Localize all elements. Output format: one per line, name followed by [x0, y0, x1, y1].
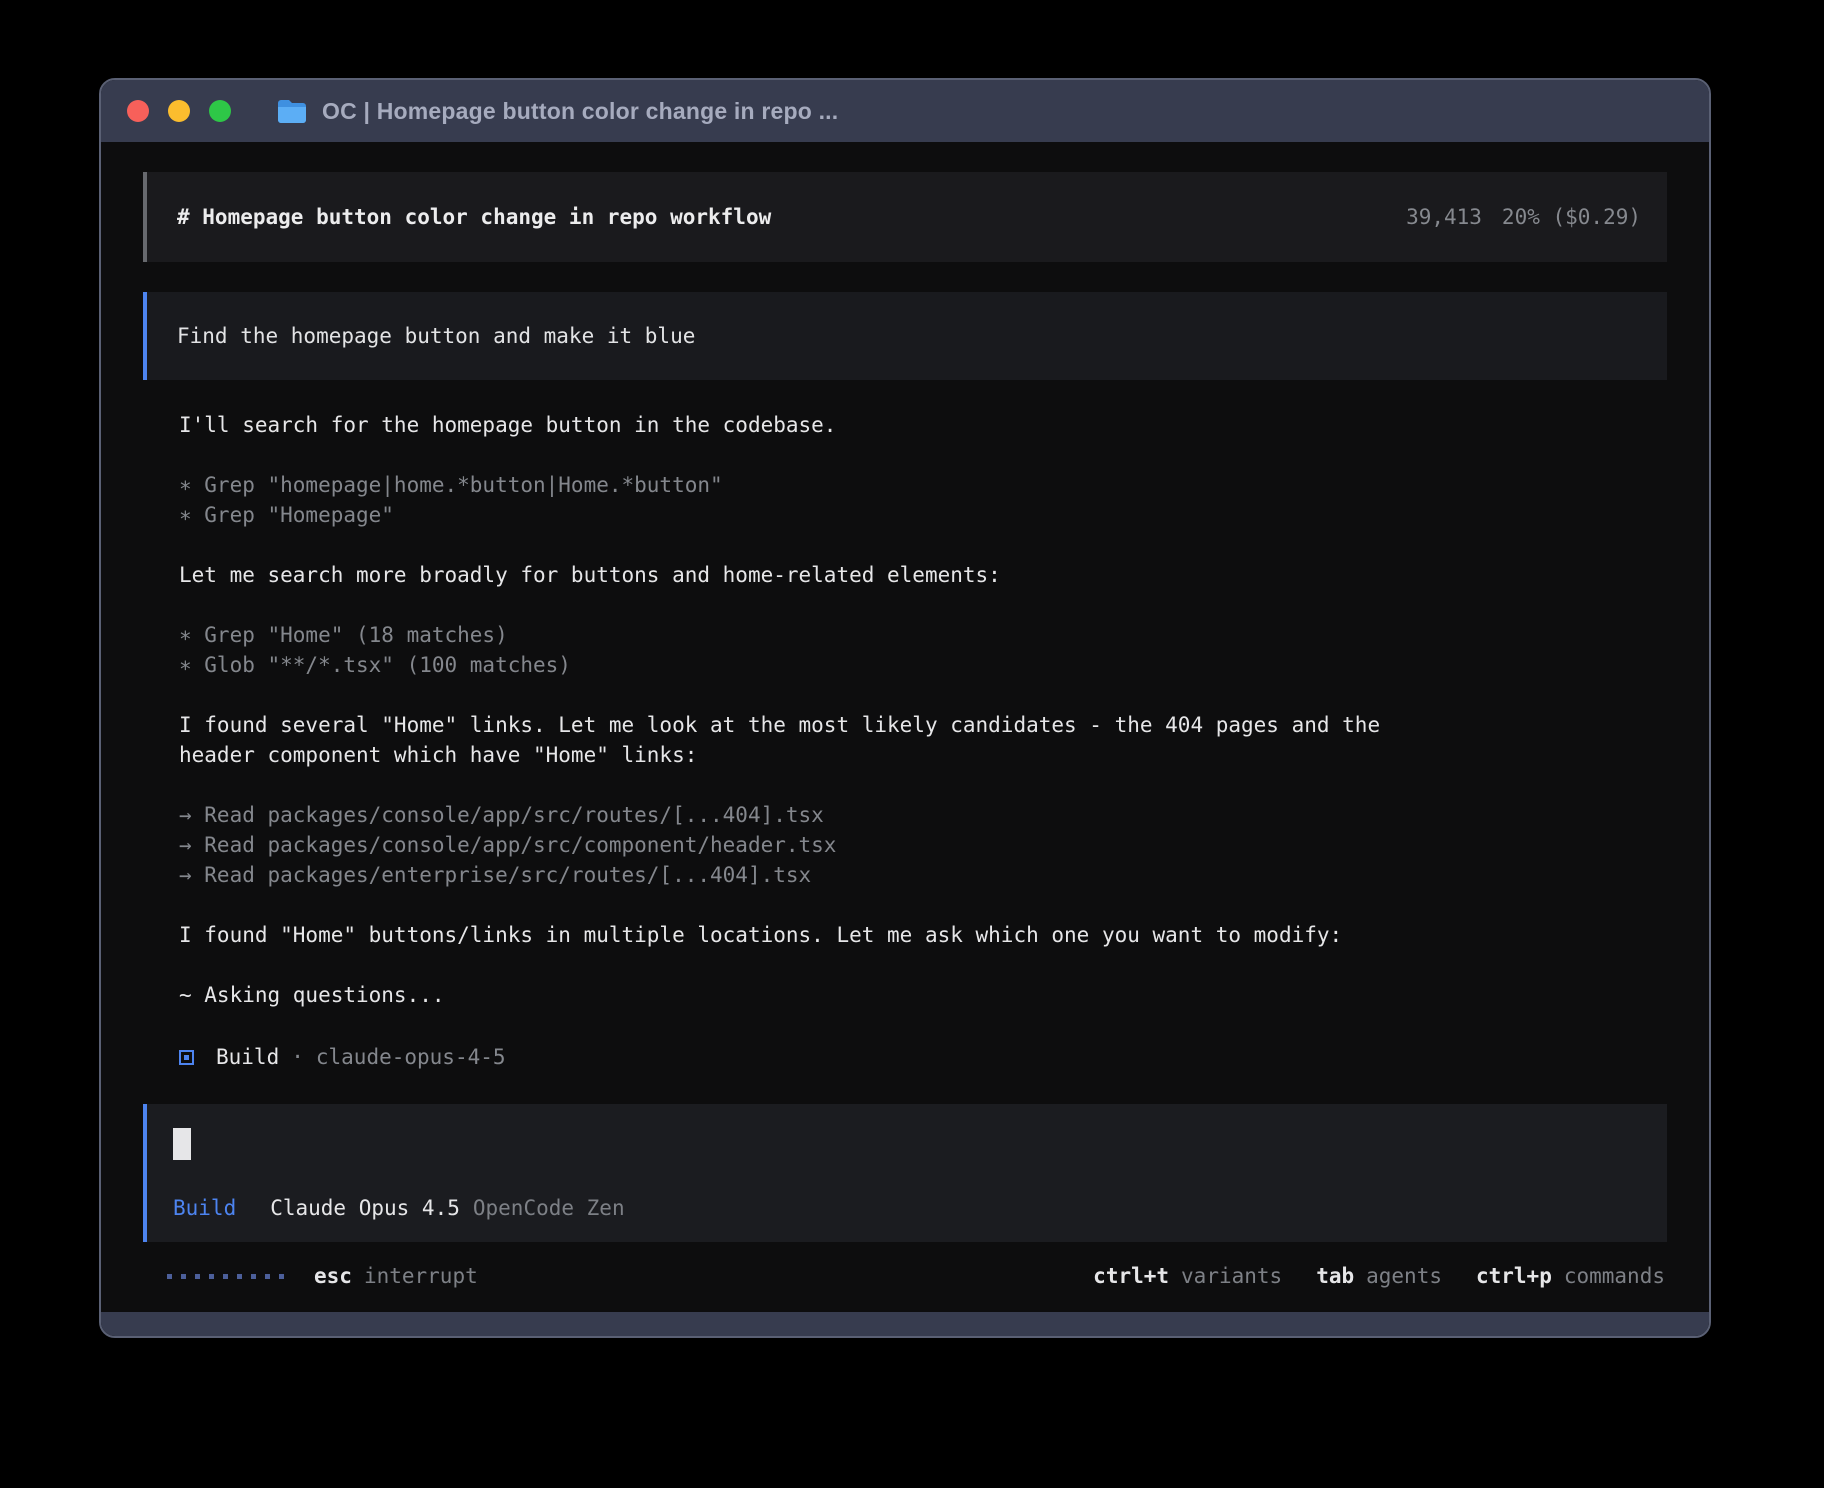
tool-call-line: → Read packages/console/app/src/routes/[… [179, 800, 1667, 830]
input-mode-label: Build [173, 1196, 236, 1220]
spinner-dot [237, 1274, 242, 1279]
terminal-content: # Homepage button color change in repo w… [101, 142, 1709, 1312]
spinner-dots [167, 1274, 284, 1279]
blank-line [179, 440, 1667, 470]
agent-status-row: Build · claude-opus-4-5 [179, 1040, 1667, 1074]
assistant-text-line: I'll search for the homepage button in t… [179, 410, 1667, 440]
tool-call-line: ∗ Grep "Homepage" [179, 500, 1667, 530]
blank-line [179, 590, 1667, 620]
blank-line [179, 530, 1667, 560]
interrupt-hint: esc interrupt [314, 1264, 478, 1288]
session-stats: 39,413 20% ($0.29) [1406, 205, 1641, 229]
assistant-text-line: I found several "Home" links. Let me loo… [179, 710, 1667, 740]
agents-hint: tab agents [1316, 1264, 1442, 1288]
terminal-window: OC | Homepage button color change in rep… [99, 78, 1711, 1338]
agent-model: claude-opus-4-5 [316, 1045, 506, 1069]
commands-label: commands [1564, 1264, 1665, 1288]
spinner-dot [251, 1274, 256, 1279]
blank-line [179, 950, 1667, 980]
assistant-text-line: I found "Home" buttons/links in multiple… [179, 920, 1667, 950]
shortcut-hints: ctrl+t variants tab agents ctrl+p comman… [1093, 1264, 1665, 1288]
session-title: # Homepage button color change in repo w… [177, 205, 771, 229]
traffic-lights [127, 100, 231, 122]
input-model-label: Claude Opus 4.5 [270, 1196, 460, 1220]
agent-name: Build [216, 1045, 279, 1069]
window-footer [101, 1312, 1709, 1336]
variants-hint: ctrl+t variants [1093, 1264, 1282, 1288]
spinner-dot [265, 1274, 270, 1279]
context-usage: 20% ($0.29) [1502, 205, 1641, 229]
tool-call-line: → Read packages/console/app/src/componen… [179, 830, 1667, 860]
token-count: 39,413 [1406, 205, 1482, 229]
interrupt-label: interrupt [364, 1264, 478, 1288]
variants-label: variants [1181, 1264, 1282, 1288]
assistant-text-line: ~ Asking questions... [179, 980, 1667, 1010]
user-message: Find the homepage button and make it blu… [143, 292, 1667, 380]
spinner-dot [195, 1274, 200, 1279]
spinner-dot [209, 1274, 214, 1279]
commands-key: ctrl+p [1476, 1264, 1552, 1288]
minimize-button[interactable] [168, 100, 190, 122]
agents-key: tab [1316, 1264, 1354, 1288]
blank-line [179, 1010, 1667, 1040]
blank-line [179, 890, 1667, 920]
window-titlebar[interactable]: OC | Homepage button color change in rep… [101, 80, 1709, 142]
assistant-text-line: header component which have "Home" links… [179, 740, 1667, 770]
interrupt-key: esc [314, 1264, 352, 1288]
spinner-dot [279, 1274, 284, 1279]
user-message-text: Find the homepage button and make it blu… [177, 324, 695, 348]
tool-call-line: ∗ Grep "homepage|home.*button|Home.*butt… [179, 470, 1667, 500]
assistant-text-line: Let me search more broadly for buttons a… [179, 560, 1667, 590]
text-cursor [173, 1128, 191, 1160]
variants-key: ctrl+t [1093, 1264, 1169, 1288]
blank-line [179, 770, 1667, 800]
commands-hint: ctrl+p commands [1476, 1264, 1665, 1288]
agent-build-icon [179, 1050, 194, 1065]
conversation: I'll search for the homepage button in t… [179, 410, 1667, 1040]
tool-call-line: ∗ Grep "Home" (18 matches) [179, 620, 1667, 650]
agents-label: agents [1366, 1264, 1442, 1288]
tool-call-line: ∗ Glob "**/*.tsx" (100 matches) [179, 650, 1667, 680]
spinner-dot [223, 1274, 228, 1279]
agent-separator: · [291, 1045, 304, 1069]
status-bar: esc interrupt ctrl+t variants tab agents… [143, 1264, 1667, 1292]
folder-icon [277, 99, 307, 124]
blank-line [179, 680, 1667, 710]
session-header: # Homepage button color change in repo w… [143, 172, 1667, 262]
spinner-dot [167, 1274, 172, 1279]
model-row: Build Claude Opus 4.5 OpenCode Zen [173, 1196, 625, 1220]
window-title: OC | Homepage button color change in rep… [322, 98, 838, 125]
prompt-input[interactable]: Build Claude Opus 4.5 OpenCode Zen [143, 1104, 1667, 1242]
input-provider-label: OpenCode Zen [473, 1196, 625, 1220]
close-button[interactable] [127, 100, 149, 122]
spinner-dot [181, 1274, 186, 1279]
tool-call-line: → Read packages/enterprise/src/routes/[.… [179, 860, 1667, 890]
zoom-button[interactable] [209, 100, 231, 122]
